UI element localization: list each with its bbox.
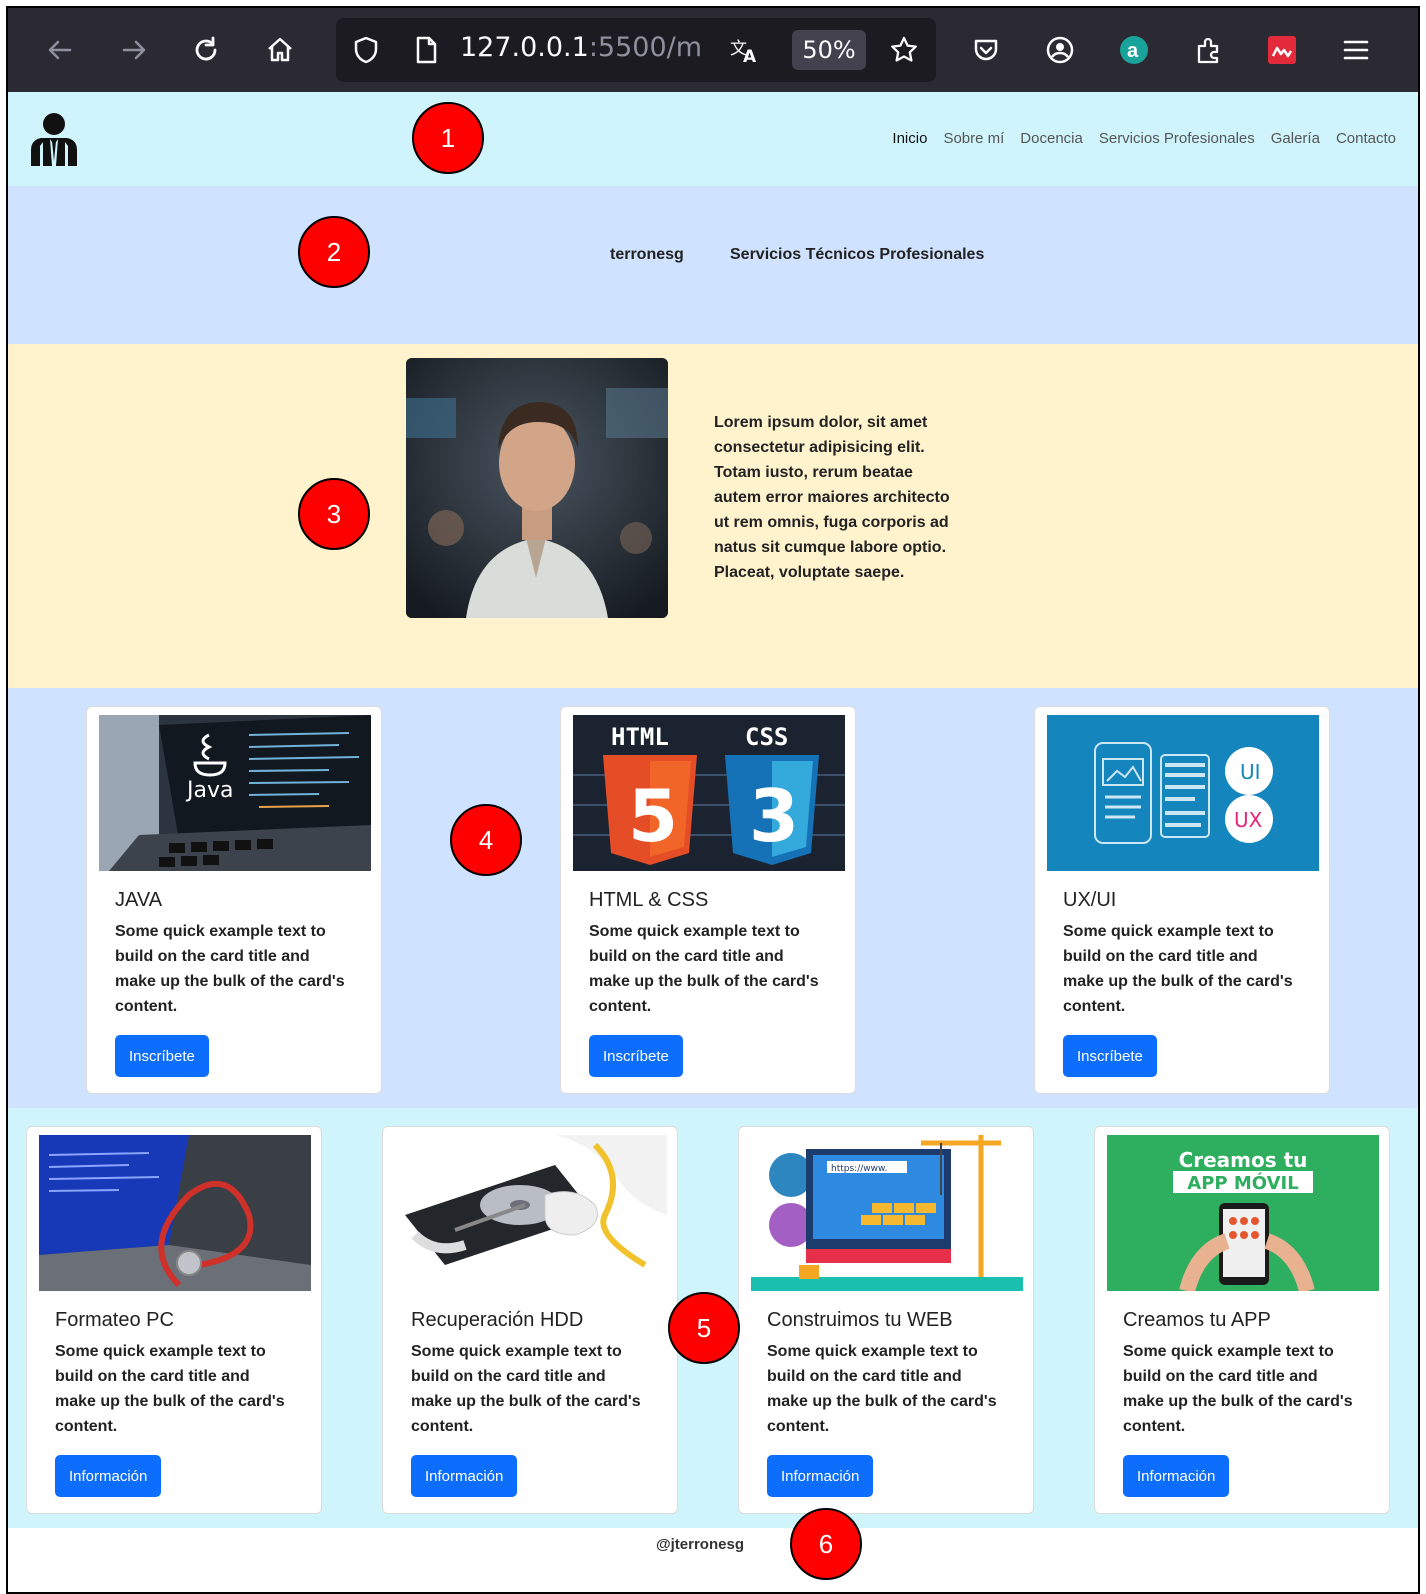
site-navbar: Inicio Sobre mí Docencia Servicios Profe… — [8, 92, 1418, 186]
card-text: Some quick example text to build on the … — [1123, 1343, 1353, 1435]
service-card-recuperacion: Recuperación HDD Some quick example text… — [382, 1126, 678, 1514]
svg-text:5: 5 — [628, 774, 678, 858]
reload-icon[interactable] — [184, 28, 228, 72]
about-section: Lorem ipsum dolor, sit amet consectetur … — [8, 344, 1418, 688]
title-banner: terronesg Servicios Técnicos Profesional… — [8, 186, 1418, 344]
banner-title: Servicios Técnicos Profesionales — [730, 246, 985, 263]
user-logo-icon[interactable] — [28, 112, 80, 168]
browser-window: 127.0.0.1:5500/miW 文A 50% a — [6, 6, 1420, 1594]
inscribete-button[interactable]: Inscríbete — [115, 1035, 209, 1077]
card-title: Recuperación HDD — [411, 1309, 584, 1331]
svg-text:UX: UX — [1234, 808, 1263, 832]
nav-links: Inicio Sobre mí Docencia Servicios Profe… — [884, 130, 1404, 147]
informacion-button[interactable]: Información — [767, 1455, 874, 1497]
extension-red-icon[interactable] — [1260, 28, 1304, 72]
card-text: Some quick example text to build on the … — [115, 923, 345, 1015]
back-arrow-icon[interactable] — [38, 28, 82, 72]
courses-section: Java JAVA Some quick example text to bui… — [8, 688, 1418, 1108]
nav-link-galeria[interactable]: Galería — [1263, 130, 1328, 147]
inscribete-button[interactable]: Inscríbete — [589, 1035, 683, 1077]
card-text: Some quick example text to build on the … — [55, 1343, 285, 1435]
card-title: Formateo PC — [55, 1309, 174, 1331]
nav-link-servicios[interactable]: Servicios Profesionales — [1091, 130, 1263, 147]
svg-text:APP MÓVIL: APP MÓVIL — [1187, 1172, 1298, 1194]
informacion-button[interactable]: Información — [411, 1455, 518, 1497]
card-title: UX/UI — [1063, 889, 1117, 911]
java-image: Java — [99, 715, 371, 871]
bookmark-star-icon[interactable] — [882, 28, 926, 72]
url-bar[interactable]: 127.0.0.1:5500/miW 文A 50% — [336, 18, 936, 82]
shield-icon[interactable] — [344, 28, 388, 72]
banner-brand: terronesg — [610, 246, 684, 263]
nav-link-contacto[interactable]: Contacto — [1328, 130, 1404, 147]
account-icon[interactable] — [1038, 28, 1082, 72]
svg-text:a: a — [1127, 40, 1139, 62]
extensions-puzzle-icon[interactable] — [1186, 28, 1230, 72]
card-text: Some quick example text to build on the … — [767, 1343, 997, 1435]
construimos-web-image: https://www. — [751, 1135, 1023, 1291]
browser-toolbar: 127.0.0.1:5500/miW 文A 50% a — [8, 8, 1418, 92]
card-title: Construimos tu WEB — [767, 1309, 953, 1331]
service-card-formateo: Formateo PC Some quick example text to b… — [26, 1126, 322, 1514]
pocket-icon[interactable] — [964, 28, 1008, 72]
informacion-button[interactable]: Información — [55, 1455, 162, 1497]
translate-icon[interactable]: 文A — [722, 28, 766, 72]
page-info-icon[interactable] — [404, 28, 448, 72]
course-card-ux-ui: UI UX UX/UI Some quick example text to b… — [1034, 706, 1330, 1094]
annotation-marker-4: 4 — [450, 804, 522, 876]
menu-hamburger-icon[interactable] — [1334, 28, 1378, 72]
home-icon[interactable] — [258, 28, 302, 72]
zoom-level[interactable]: 50% — [792, 30, 866, 70]
annotation-marker-6: 6 — [790, 1508, 862, 1580]
course-card-html-css: HTML CSS 5 3 HTML & CSS Some quick examp… — [560, 706, 856, 1094]
formateo-image — [39, 1135, 311, 1291]
nav-link-sobre-mi[interactable]: Sobre mí — [935, 130, 1012, 147]
svg-text:Java: Java — [185, 778, 233, 803]
extension-a-icon[interactable]: a — [1112, 28, 1156, 72]
svg-text:UI: UI — [1240, 760, 1261, 784]
url-text[interactable]: 127.0.0.1:5500/miW — [460, 32, 700, 63]
informacion-button[interactable]: Información — [1123, 1455, 1230, 1497]
svg-text:CSS: CSS — [745, 723, 788, 751]
recuperacion-hdd-image — [395, 1135, 667, 1291]
annotation-marker-2: 2 — [298, 216, 370, 288]
about-text: Lorem ipsum dolor, sit amet consectetur … — [714, 414, 950, 581]
ux-ui-image: UI UX — [1047, 715, 1319, 871]
nav-link-inicio[interactable]: Inicio — [884, 130, 935, 147]
card-text: Some quick example text to build on the … — [1063, 923, 1293, 1015]
svg-text:HTML: HTML — [611, 723, 669, 751]
card-title: HTML & CSS — [589, 889, 709, 911]
service-card-web: https://www. Construimos tu WEB Some qui… — [738, 1126, 1034, 1514]
forward-arrow-icon[interactable] — [112, 28, 156, 72]
nav-link-docencia[interactable]: Docencia — [1012, 130, 1091, 147]
service-card-app: Creamos tu APP MÓVIL Creamos tu APP Some… — [1094, 1126, 1390, 1514]
inscribete-button[interactable]: Inscríbete — [1063, 1035, 1157, 1077]
html-css-image: HTML CSS 5 3 — [573, 715, 845, 871]
card-title: JAVA — [115, 889, 163, 911]
annotation-marker-1: 1 — [412, 102, 484, 174]
card-title: Creamos tu APP — [1123, 1309, 1271, 1331]
card-text: Some quick example text to build on the … — [411, 1343, 641, 1435]
footer-handle[interactable]: @jterronesg — [656, 1536, 744, 1553]
annotation-marker-3: 3 — [298, 478, 370, 550]
site-footer: @jterronesg — [8, 1528, 1418, 1592]
svg-text:A: A — [743, 47, 757, 66]
creamos-app-image: Creamos tu APP MÓVIL — [1107, 1135, 1379, 1291]
profile-photo — [406, 358, 668, 618]
svg-text:Creamos tu: Creamos tu — [1179, 1148, 1308, 1172]
svg-text:https://www.: https://www. — [831, 1164, 887, 1174]
card-text: Some quick example text to build on the … — [589, 923, 819, 1015]
course-card-java: Java JAVA Some quick example text to bui… — [86, 706, 382, 1094]
svg-text:3: 3 — [749, 774, 799, 858]
annotation-marker-5: 5 — [668, 1292, 740, 1364]
